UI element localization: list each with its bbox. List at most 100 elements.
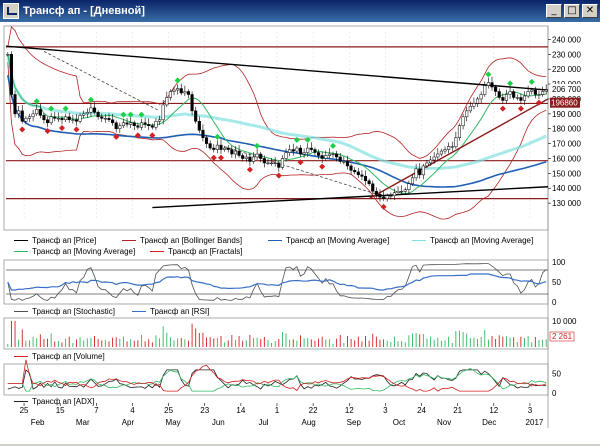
- panel-frame: [3, 363, 549, 396]
- price-candle: [78, 115, 82, 122]
- maximize-button[interactable]: □: [564, 4, 580, 18]
- x-tick-month-label: May: [166, 418, 181, 427]
- level-price-label: 196860: [551, 99, 578, 108]
- price-candle: [114, 122, 118, 129]
- price-candle: [479, 94, 483, 100]
- chart-svg[interactable]: 240 000230 000220 000210 000200 000190 0…: [0, 22, 600, 444]
- chart-area[interactable]: 240 000230 000220 000210 000200 000190 0…: [0, 22, 600, 444]
- price-candle: [436, 153, 440, 158]
- price-candle: [13, 94, 17, 115]
- price-candle: [241, 155, 245, 159]
- price-candle: [183, 91, 187, 94]
- price-candle: [465, 110, 469, 118]
- price-candle: [226, 147, 230, 150]
- price-candle: [450, 146, 454, 148]
- price-candle: [439, 150, 443, 155]
- price-candle: [483, 85, 487, 95]
- price-candle: [136, 125, 140, 128]
- x-tick-month-label: 2017: [526, 418, 544, 427]
- legend-rsi: Трансф ап [RSI]: [132, 307, 209, 316]
- price-candle: [103, 118, 107, 120]
- price-candle: [237, 150, 241, 156]
- price-candle: [378, 193, 382, 198]
- price-candle: [295, 147, 299, 152]
- x-tick-day-label: 4: [130, 406, 135, 415]
- x-tick-day-label: 7: [94, 406, 99, 415]
- price-candle: [320, 155, 324, 159]
- price-candle: [356, 171, 360, 176]
- price-candle: [85, 112, 89, 115]
- price-candle: [147, 124, 151, 126]
- price-ytick-label: 240 000: [552, 35, 581, 44]
- price-candle: [374, 190, 378, 195]
- price-candle: [497, 91, 501, 98]
- price-candle: [327, 153, 331, 156]
- price-candle: [309, 147, 313, 150]
- chart-app-icon: [3, 3, 19, 19]
- osc-ytick-label: 100: [552, 258, 566, 267]
- price-candle: [392, 192, 396, 196]
- price-candle: [71, 119, 75, 121]
- price-candle: [125, 122, 129, 125]
- price-candle: [158, 119, 162, 122]
- legend-bollinger: Трансф ап [Bollinger Bands]: [122, 236, 242, 245]
- close-button[interactable]: ✕: [582, 4, 598, 18]
- x-tick-day-label: 3: [383, 406, 388, 415]
- price-candle: [396, 190, 400, 193]
- legend-volume: Трансф ап [Volume]: [14, 352, 105, 361]
- x-tick-month-label: Sep: [347, 418, 362, 427]
- price-candle: [46, 119, 50, 124]
- window-title: Трансф ап - [Дневной]: [23, 5, 145, 17]
- legend-ma-short: Трансф ап [Moving Average]: [14, 247, 135, 256]
- price-candle: [447, 146, 451, 150]
- price-candle: [186, 91, 191, 95]
- price-candle: [251, 156, 256, 162]
- price-candle: [67, 116, 71, 121]
- price-candle: [367, 180, 371, 185]
- last-price-label: 206 700: [552, 85, 581, 94]
- price-candle: [190, 94, 194, 112]
- price-candle: [154, 121, 158, 128]
- price-candle: [176, 88, 180, 91]
- x-tick-day-label: 23: [200, 406, 209, 415]
- price-candle: [410, 177, 415, 185]
- price-candle: [306, 147, 310, 153]
- price-candle: [298, 147, 303, 155]
- x-tick-month-label: Feb: [31, 418, 45, 427]
- price-candle: [215, 144, 219, 150]
- price-candle: [230, 149, 234, 155]
- price-candle: [288, 149, 292, 153]
- x-tick-day-label: 24: [417, 406, 426, 415]
- price-candle: [407, 183, 411, 190]
- legend-fractals: Трансф ап [Fractals]: [150, 247, 242, 256]
- legend-ma-long: Трансф ап [Moving Average]: [268, 236, 389, 245]
- price-candle: [429, 159, 433, 164]
- price-candle: [425, 162, 429, 167]
- price-candle: [168, 91, 172, 98]
- price-candle: [504, 94, 508, 101]
- price-ytick-label: 160 000: [552, 154, 581, 163]
- price-candle: [194, 110, 198, 122]
- price-candle: [111, 119, 115, 124]
- price-candle: [53, 116, 57, 119]
- price-candle: [219, 144, 223, 150]
- window-titlebar: Трансф ап - [Дневной] _ □ ✕: [0, 0, 600, 22]
- price-candle: [522, 95, 527, 101]
- price-ytick-label: 230 000: [552, 50, 581, 59]
- price-candle: [82, 113, 86, 116]
- price-candle: [291, 149, 295, 152]
- price-candle: [512, 91, 516, 98]
- price-ytick-label: 140 000: [552, 184, 581, 193]
- x-tick-month-label: Jun: [212, 418, 225, 427]
- legend-price: Трансф ап [Price]: [14, 236, 96, 245]
- price-candle: [371, 183, 375, 192]
- price-candle: [490, 82, 494, 88]
- x-tick-month-label: Apr: [122, 418, 135, 427]
- price-candle: [150, 125, 154, 128]
- price-candle: [360, 174, 364, 177]
- price-candle: [468, 106, 472, 112]
- price-candle: [56, 118, 60, 120]
- x-tick-day-label: 12: [345, 406, 354, 415]
- price-ytick-label: 220 000: [552, 65, 581, 74]
- minimize-button[interactable]: _: [546, 4, 562, 18]
